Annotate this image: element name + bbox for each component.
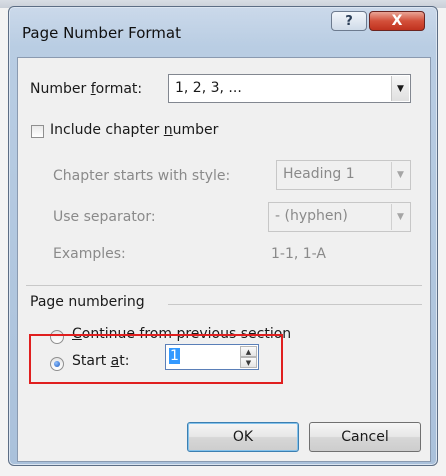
chapter-style-label: Chapter starts with style:: [53, 168, 231, 184]
separator-dropdown[interactable]: - (hyphen) ▼: [268, 202, 411, 232]
dialog-title: Page Number Format: [22, 24, 181, 42]
question-mark-icon: ?: [345, 13, 353, 29]
number-format-dropdown[interactable]: 1, 2, 3, ... ▼: [168, 74, 411, 103]
include-chapter-label[interactable]: Include chapter number: [50, 122, 218, 138]
chevron-down-icon[interactable]: ▼: [391, 76, 409, 101]
group-line: [168, 304, 422, 305]
close-icon: X: [391, 13, 403, 29]
chevron-down-icon[interactable]: ▼: [391, 162, 409, 188]
examples-label: Examples:: [53, 246, 126, 262]
close-button[interactable]: X: [369, 11, 425, 31]
ok-button[interactable]: OK: [187, 422, 299, 452]
page-number-format-dialog: Page Number Format ? X Number format: 1,…: [8, 6, 438, 466]
page-numbering-heading: Page numbering: [30, 294, 145, 310]
number-format-value: 1, 2, 3, ...: [175, 80, 242, 96]
separator-value: - (hyphen): [275, 208, 348, 224]
help-button[interactable]: ?: [331, 11, 367, 31]
number-format-label: Number format:: [30, 81, 143, 97]
start-at-highlight: [29, 334, 283, 384]
dialog-body: Number format: 1, 2, 3, ... ▼ Include ch…: [17, 57, 431, 462]
divider: [26, 285, 422, 286]
chapter-style-value: Heading 1: [283, 166, 355, 182]
cancel-button[interactable]: Cancel: [309, 422, 421, 452]
chapter-style-dropdown[interactable]: Heading 1 ▼: [276, 160, 411, 190]
include-chapter-checkbox[interactable]: [31, 125, 44, 138]
examples-value: 1-1, 1-A: [271, 246, 326, 262]
separator-label: Use separator:: [53, 209, 156, 225]
chevron-down-icon[interactable]: ▼: [391, 204, 409, 230]
